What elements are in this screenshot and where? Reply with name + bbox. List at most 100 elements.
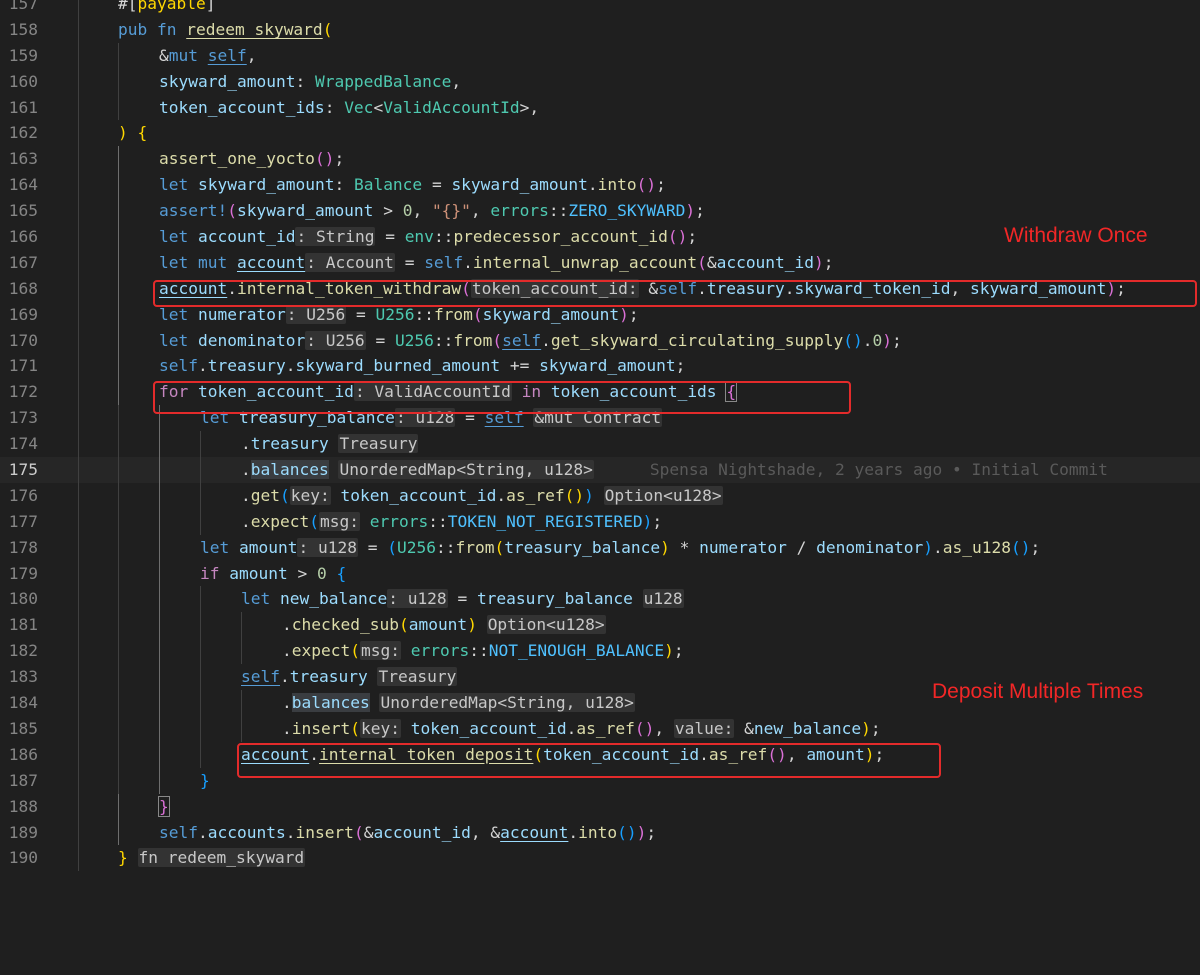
code-text: .expect(msg: errors::NOT_ENOUGH_BALANCE)…: [282, 641, 684, 661]
line-number: 176: [8, 485, 38, 505]
line-number: 175: [8, 460, 38, 480]
line-number: 187: [8, 770, 38, 790]
line-number: 163: [8, 149, 38, 169]
line-number: 185: [8, 718, 38, 738]
line-number: 169: [8, 304, 38, 324]
line-number: 183: [8, 667, 38, 687]
code-line[interactable]: 163 assert_one_yocto();: [0, 146, 1200, 173]
code-text: assert_one_yocto();: [159, 149, 345, 169]
line-number: 159: [8, 45, 38, 65]
line-number: 171: [8, 356, 38, 376]
code-text: .get(key: token_account_id.as_ref()) Opt…: [241, 485, 723, 505]
code-line[interactable]: 186 account.internal_token_deposit(token…: [0, 741, 1200, 768]
line-number: 164: [8, 175, 38, 195]
line-number: 161: [8, 97, 38, 117]
line-number: 170: [8, 330, 38, 350]
code-text: #[payable]: [118, 0, 216, 13]
line-number: 157: [8, 0, 38, 13]
code-line[interactable]: 187 }: [0, 767, 1200, 794]
code-text: for token_account_id: ValidAccountId in …: [159, 381, 738, 403]
code-line[interactable]: 176 .get(key: token_account_id.as_ref())…: [0, 482, 1200, 509]
code-line[interactable]: 172 for token_account_id: ValidAccountId…: [0, 379, 1200, 406]
code-line[interactable]: 180 let new_balance: u128 = treasury_bal…: [0, 586, 1200, 613]
line-number: 158: [8, 19, 38, 39]
code-line[interactable]: 168 account.internal_token_withdraw(toke…: [0, 275, 1200, 302]
line-number: 166: [8, 227, 38, 247]
line-number: 189: [8, 822, 38, 842]
code-text: if amount > 0 {: [200, 563, 347, 583]
code-text: skyward_amount: WrappedBalance,: [159, 71, 462, 91]
code-line[interactable]: 189 self.accounts.insert(&account_id, &a…: [0, 819, 1200, 846]
code-line[interactable]: 162 ) {: [0, 120, 1200, 147]
code-line[interactable]: 171 self.treasury.skyward_burned_amount …: [0, 353, 1200, 380]
withdraw-once-label: Withdraw Once: [1004, 224, 1148, 247]
code-text: .balances UnorderedMap<String, u128> Spen…: [241, 460, 1108, 480]
code-text: }: [200, 770, 210, 790]
code-line[interactable]: 173 let treasury_balance: u128 = self &m…: [0, 405, 1200, 432]
code-line[interactable]: 185 .insert(key: token_account_id.as_ref…: [0, 715, 1200, 742]
code-text: } fn redeem_skyward: [118, 848, 306, 868]
code-line-current[interactable]: 175 .balances UnorderedMap<String, u128>…: [0, 457, 1200, 483]
line-number: 186: [8, 744, 38, 764]
code-text: .expect(msg: errors::TOKEN_NOT_REGISTERE…: [241, 511, 663, 531]
line-number: 173: [8, 408, 38, 428]
code-editor[interactable]: 157 #[payable] 158 pub fn redeem_skyward…: [0, 0, 1200, 872]
code-line[interactable]: 177 .expect(msg: errors::TOKEN_NOT_REGIS…: [0, 508, 1200, 535]
code-text: let amount: u128 = (U256::from(treasury_…: [200, 537, 1041, 557]
code-text: account.internal_token_withdraw(token_ac…: [159, 278, 1126, 298]
code-text: let mut account: Account = self.internal…: [159, 252, 834, 272]
code-line[interactable]: 169 let numerator: U256 = U256::from(sky…: [0, 301, 1200, 328]
code-line[interactable]: 158 pub fn redeem_skyward(: [0, 16, 1200, 43]
line-number: 181: [8, 615, 38, 635]
code-text: let numerator: U256 = U256::from(skyward…: [159, 304, 639, 324]
line-number: 184: [8, 693, 38, 713]
code-line[interactable]: 179 if amount > 0 {: [0, 560, 1200, 587]
code-line[interactable]: 178 let amount: u128 = (U256::from(treas…: [0, 534, 1200, 561]
code-text: pub fn redeem_skyward(: [118, 19, 333, 39]
code-line[interactable]: 167 let mut account: Account = self.inte…: [0, 249, 1200, 276]
code-text: let new_balance: u128 = treasury_balance…: [241, 589, 684, 609]
code-line[interactable]: 157 #[payable]: [0, 0, 1200, 17]
line-number: 182: [8, 641, 38, 661]
deposit-multiple-times-label: Deposit Multiple Times: [932, 680, 1144, 703]
code-text: self.treasury Treasury: [241, 667, 458, 687]
line-number: 178: [8, 537, 38, 557]
line-number: 190: [8, 848, 38, 868]
code-text: ) {: [118, 123, 148, 143]
code-text: account.internal_token_deposit(token_acc…: [241, 744, 885, 764]
code-line[interactable]: 190 } fn redeem_skyward: [0, 845, 1200, 872]
line-number: 174: [8, 434, 38, 454]
code-line[interactable]: 182 .expect(msg: errors::NOT_ENOUGH_BALA…: [0, 638, 1200, 665]
line-number: 168: [8, 278, 38, 298]
code-text: self.treasury.skyward_burned_amount += s…: [159, 356, 686, 376]
line-number: 162: [8, 123, 38, 143]
code-line[interactable]: 164 let skyward_amount: Balance = skywar…: [0, 172, 1200, 199]
line-number: 179: [8, 563, 38, 583]
code-line[interactable]: 181 .checked_sub(amount) Option<u128>: [0, 612, 1200, 639]
code-line[interactable]: 160 skyward_amount: WrappedBalance,: [0, 68, 1200, 95]
code-line[interactable]: 188 }: [0, 793, 1200, 820]
git-blame-annotation: Spensa Nightshade, 2 years ago • Initial…: [649, 460, 1108, 480]
line-number: 188: [8, 796, 38, 816]
code-text: let denominator: U256 = U256::from(self.…: [159, 330, 902, 350]
line-number: 167: [8, 252, 38, 272]
code-text: let treasury_balance: u128 = self &mut C…: [200, 408, 663, 428]
code-line[interactable]: 170 let denominator: U256 = U256::from(s…: [0, 327, 1200, 354]
code-text: .treasury Treasury: [241, 434, 419, 454]
code-text: let skyward_amount: Balance = skyward_am…: [159, 175, 666, 195]
code-line[interactable]: 161 token_account_ids: Vec<ValidAccountI…: [0, 94, 1200, 121]
code-line[interactable]: 165 assert!(skyward_amount > 0, "{}", er…: [0, 198, 1200, 225]
code-text: .balances UnorderedMap<String, u128>: [282, 693, 635, 713]
code-text: }: [158, 795, 170, 817]
code-text: .checked_sub(amount) Option<u128>: [282, 615, 606, 635]
line-number: 165: [8, 201, 38, 221]
code-text: .insert(key: token_account_id.as_ref(), …: [282, 718, 881, 738]
line-number: 180: [8, 589, 38, 609]
code-line[interactable]: 159 &mut self,: [0, 42, 1200, 69]
code-text: &mut self,: [159, 45, 257, 65]
line-number: 160: [8, 71, 38, 91]
code-text: self.accounts.insert(&account_id, &accou…: [159, 822, 657, 842]
code-line[interactable]: 174 .treasury Treasury: [0, 431, 1200, 458]
code-text: token_account_ids: Vec<ValidAccountId>,: [159, 97, 540, 117]
code-text: assert!(skyward_amount > 0, "{}", errors…: [159, 201, 705, 221]
